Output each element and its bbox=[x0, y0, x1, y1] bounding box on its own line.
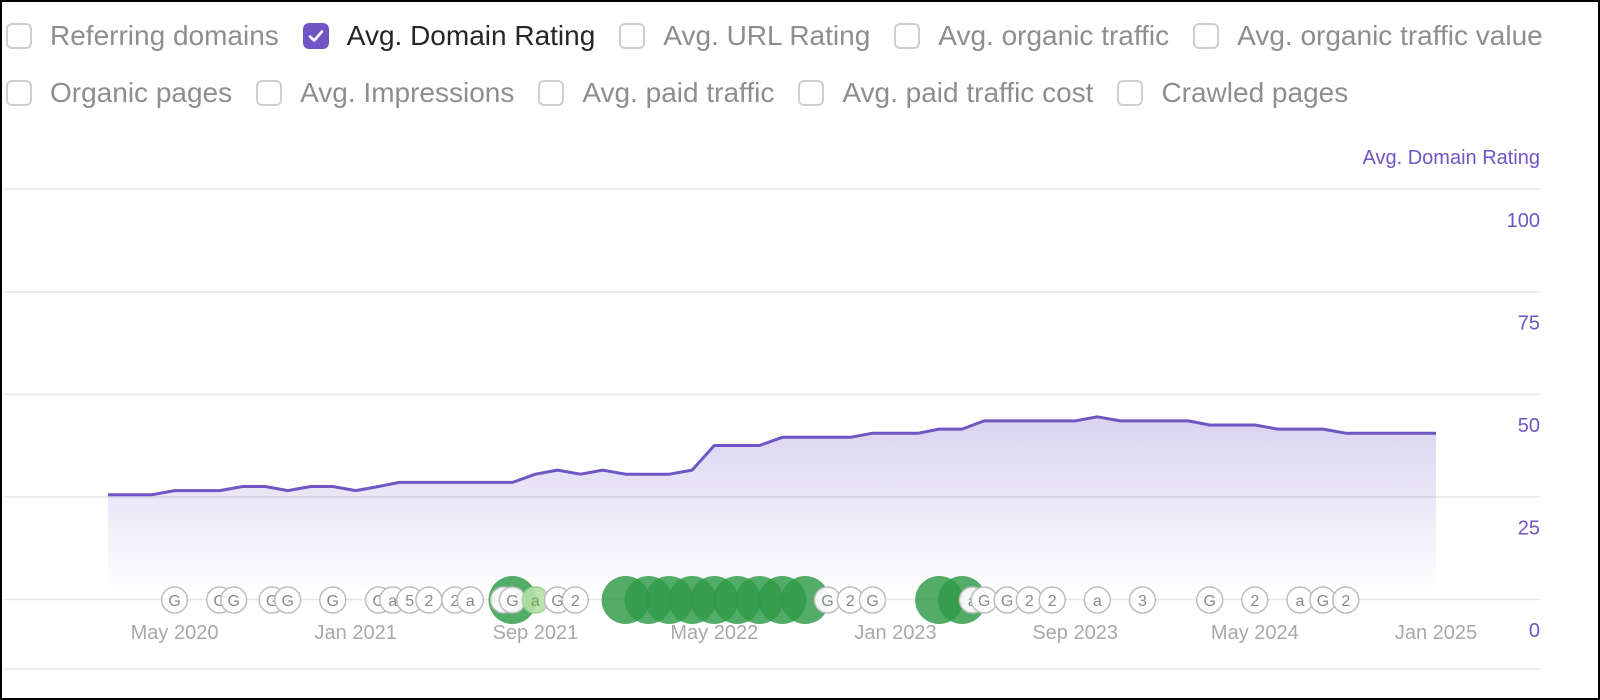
checkbox-label: Avg. Domain Rating bbox=[346, 20, 596, 51]
checkbox-unchecked-icon[interactable] bbox=[6, 23, 32, 49]
event-marker-label: G bbox=[1204, 593, 1216, 610]
event-marker-label: G bbox=[327, 593, 339, 610]
event-marker-label: 3 bbox=[1138, 593, 1147, 610]
checkbox-unchecked-icon[interactable] bbox=[619, 23, 646, 49]
checkbox-avg-url-rating[interactable]: Avg. URL Rating bbox=[619, 20, 870, 52]
x-tick-label: May 2020 bbox=[131, 622, 219, 644]
event-marker-label: a bbox=[1295, 593, 1304, 610]
y-tick-label: 75 bbox=[1518, 313, 1540, 335]
event-marker[interactable]: 2 bbox=[1038, 586, 1066, 614]
x-axis-ticks: May 2020 Jan 2021 Sep 2021 May 2022 Jan 2023… bbox=[131, 622, 1478, 644]
event-marker-label: 5 bbox=[405, 593, 414, 610]
event-marker[interactable]: G bbox=[970, 586, 998, 614]
x-tick-label: May 2024 bbox=[1211, 622, 1299, 644]
x-tick-label: Jan 2023 bbox=[854, 622, 936, 644]
event-marker[interactable]: G bbox=[219, 586, 248, 614]
x-tick-label: Sep 2023 bbox=[1032, 622, 1118, 644]
y-axis-ticks: 100 75 50 25 0 bbox=[1507, 210, 1540, 642]
checkbox-label: Avg. URL Rating bbox=[663, 20, 871, 51]
event-marker-label: a bbox=[388, 593, 397, 610]
event-marker-label: G bbox=[866, 593, 878, 610]
checkbox-unchecked-icon[interactable] bbox=[538, 80, 565, 106]
event-marker-label: 2 bbox=[571, 593, 580, 610]
checkbox-label: Avg. organic traffic value bbox=[1237, 20, 1543, 51]
event-marker-label: 2 bbox=[1341, 593, 1350, 610]
event-marker[interactable]: 2 bbox=[1332, 586, 1360, 614]
checkbox-label: Referring domains bbox=[50, 20, 279, 51]
checkbox-unchecked-icon[interactable] bbox=[256, 80, 283, 106]
event-marker-label: G bbox=[168, 593, 180, 610]
chart-panel: Referring domains Avg. Domain Rating Avg. … bbox=[0, 0, 1600, 700]
y-tick-label: 100 bbox=[1507, 210, 1540, 232]
checkbox-avg-paid-traffic-cost[interactable]: Avg. paid traffic cost bbox=[798, 77, 1093, 109]
event-marker-label: G bbox=[1317, 593, 1329, 610]
event-marker[interactable]: G bbox=[813, 586, 842, 614]
event-marker-label: 2 bbox=[1250, 593, 1259, 610]
metric-checkbox-row-1: Referring domains Avg. Domain Rating Avg. … bbox=[6, 20, 1567, 52]
checkbox-avg-organic-traffic[interactable]: Avg. organic traffic bbox=[894, 20, 1169, 52]
event-marker[interactable]: G bbox=[160, 586, 189, 614]
checkbox-unchecked-icon[interactable] bbox=[894, 23, 921, 49]
y-axis-title: Avg. Domain Rating bbox=[1363, 147, 1541, 169]
checkbox-unchecked-icon[interactable] bbox=[1117, 80, 1144, 106]
domain-rating-chart: Avg. Domain Rating GGGGGGGa522a3GaG2G2Ga… bbox=[4, 147, 1541, 670]
x-tick-label: Sep 2021 bbox=[493, 622, 579, 644]
x-tick-label: Jan 2021 bbox=[315, 622, 397, 644]
event-marker-label: G bbox=[281, 593, 293, 610]
event-marker-label: a bbox=[466, 593, 475, 610]
event-marker-label: 2 bbox=[1025, 593, 1034, 610]
event-marker[interactable]: 2 bbox=[415, 586, 443, 614]
event-marker-label: 2 bbox=[846, 593, 855, 610]
x-tick-label: May 2022 bbox=[670, 622, 758, 644]
checkbox-unchecked-icon[interactable] bbox=[6, 80, 32, 106]
event-marker[interactable]: G bbox=[498, 586, 527, 614]
event-marker-label: G bbox=[506, 593, 518, 610]
event-marker[interactable]: 2 bbox=[561, 586, 590, 614]
y-tick-label: 25 bbox=[1518, 518, 1540, 540]
event-marker[interactable]: 2 bbox=[1015, 586, 1044, 614]
event-marker[interactable]: G bbox=[1195, 586, 1224, 614]
x-tick-label: Jan 2025 bbox=[1395, 622, 1477, 644]
event-marker[interactable]: G bbox=[858, 586, 887, 614]
checkbox-crawled-pages[interactable]: Crawled pages bbox=[1117, 77, 1348, 109]
y-tick-label: 50 bbox=[1518, 415, 1540, 437]
event-marker-label: G bbox=[227, 593, 239, 610]
event-marker[interactable]: G bbox=[273, 586, 302, 614]
event-marker-label: 2 bbox=[1048, 593, 1057, 610]
event-marker[interactable]: G bbox=[1309, 586, 1337, 614]
checkbox-organic-pages[interactable]: Organic pages bbox=[6, 77, 232, 109]
checkbox-label: Organic pages bbox=[50, 77, 233, 108]
checkbox-referring-domains[interactable]: Referring domains bbox=[6, 20, 279, 52]
checkbox-avg-impressions[interactable]: Avg. Impressions bbox=[256, 77, 514, 109]
checkbox-avg-organic-traffic-value[interactable]: Avg. organic traffic value bbox=[1193, 20, 1543, 52]
event-marker[interactable]: a bbox=[456, 586, 485, 614]
event-marker[interactable]: 3 bbox=[1128, 586, 1157, 614]
event-marker[interactable]: G bbox=[319, 586, 347, 614]
checkbox-unchecked-icon[interactable] bbox=[798, 80, 825, 106]
event-marker-label: G bbox=[978, 593, 990, 610]
event-marker[interactable]: a bbox=[1286, 586, 1314, 614]
checkbox-label: Avg. Impressions bbox=[300, 77, 515, 108]
checkbox-label: Avg. paid traffic cost bbox=[842, 77, 1094, 108]
event-marker-label: G bbox=[1001, 593, 1013, 610]
event-marker[interactable]: 2 bbox=[1241, 586, 1269, 614]
checkbox-label: Crawled pages bbox=[1161, 77, 1349, 108]
checkbox-label: Avg. organic traffic bbox=[938, 20, 1170, 51]
event-marker-label: 2 bbox=[424, 593, 433, 610]
checkbox-unchecked-icon[interactable] bbox=[1193, 23, 1220, 49]
event-marker-label: a bbox=[1093, 593, 1102, 610]
event-marker-label: G bbox=[821, 593, 833, 610]
checkbox-checked-icon[interactable] bbox=[302, 23, 329, 49]
checkbox-avg-paid-traffic[interactable]: Avg. paid traffic bbox=[538, 77, 774, 109]
checkmark-icon bbox=[308, 30, 324, 42]
y-tick-label: 0 bbox=[1529, 620, 1540, 642]
metric-checkbox-row-2: Organic pages Avg. Impressions Avg. paid t… bbox=[6, 77, 1372, 109]
checkbox-label: Avg. paid traffic bbox=[582, 77, 775, 108]
event-marker[interactable]: a bbox=[1083, 586, 1112, 614]
event-marker-label: a bbox=[531, 593, 540, 610]
checkbox-avg-domain-rating[interactable]: Avg. Domain Rating bbox=[302, 20, 596, 52]
